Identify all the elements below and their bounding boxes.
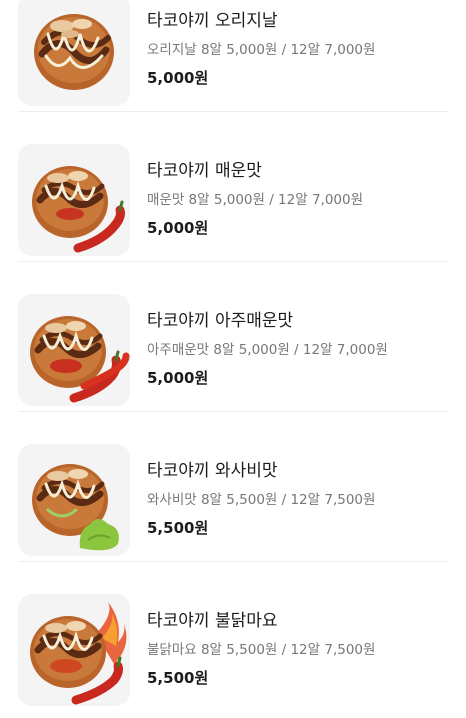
menu-item-description: 아주매운맛 8알 5,000원 / 12알 7,000원 — [147, 342, 388, 358]
menu-item-image[interactable] — [18, 594, 130, 706]
takoyaki-original-icon — [34, 14, 114, 90]
menu-item-image[interactable] — [18, 144, 130, 256]
menu-item-price: 5,000원 — [147, 219, 209, 237]
menu-item-name: 타코야끼 아주매운맛 — [147, 311, 294, 331]
menu-item-image[interactable] — [18, 444, 130, 556]
menu-item-description: 와사비맛 8알 5,500원 / 12알 7,500원 — [147, 492, 376, 508]
menu-item-image[interactable] — [18, 0, 130, 106]
menu-item-price: 5,000원 — [147, 369, 209, 387]
menu-item-description: 매운맛 8알 5,000원 / 12알 7,000원 — [147, 192, 364, 208]
menu-item-image[interactable] — [18, 294, 130, 406]
menu-item-name: 타코야끼 매운맛 — [147, 161, 262, 181]
menu-list: 타코야끼 오리지날 오리지날 8알 5,000원 / 12알 7,000원 5,… — [0, 0, 466, 712]
takoyaki-buldak-mayo-icon — [30, 602, 127, 705]
menu-item-extra-spicy[interactable]: 타코야끼 아주매운맛 아주매운맛 8알 5,000원 / 12알 7,000원 … — [0, 262, 466, 412]
menu-item-description: 오리지날 8알 5,000원 / 12알 7,000원 — [147, 42, 376, 58]
menu-item-name: 타코야끼 불닭마요 — [147, 611, 278, 631]
menu-item-wasabi[interactable]: 타코야끼 와사비맛 와사비맛 8알 5,500원 / 12알 7,500원 5,… — [0, 412, 466, 562]
menu-item-original[interactable]: 타코야끼 오리지날 오리지날 8알 5,000원 / 12알 7,000원 5,… — [0, 0, 466, 112]
menu-item-price: 5,000원 — [147, 69, 209, 87]
menu-item-name: 타코야끼 와사비맛 — [147, 461, 278, 481]
menu-item-price: 5,500원 — [147, 669, 209, 687]
menu-item-name: 타코야끼 오리지날 — [147, 11, 278, 31]
takoyaki-spicy-icon — [32, 166, 125, 253]
menu-item-spicy[interactable]: 타코야끼 매운맛 매운맛 8알 5,000원 / 12알 7,000원 5,00… — [0, 112, 466, 262]
takoyaki-wasabi-icon — [32, 464, 119, 551]
menu-item-price: 5,500원 — [147, 519, 209, 537]
takoyaki-extra-spicy-icon — [30, 316, 130, 403]
menu-item-buldak-mayo[interactable]: 타코야끼 불닭마요 불닭마요 8알 5,500원 / 12알 7,500원 5,… — [0, 562, 466, 712]
menu-item-description: 불닭마요 8알 5,500원 / 12알 7,500원 — [147, 642, 376, 658]
